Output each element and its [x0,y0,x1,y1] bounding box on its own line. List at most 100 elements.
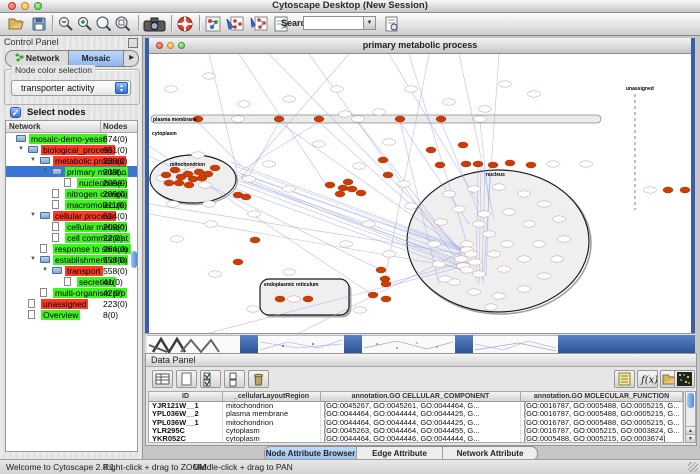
window-titlebar[interactable]: Cytoscape Desktop (New Session) [0,0,700,13]
tree-row[interactable]: ▼establishment of lo558(0) [6,254,137,265]
tree-row[interactable]: ▼primary metabo209(... [6,166,137,177]
file-icon [28,310,35,319]
table-cell[interactable]: [GO:0045267, GO:0045261, GO:0044464, G..… [321,402,521,410]
float-panel-icon[interactable] [128,38,138,48]
expand-triangle-icon[interactable]: ▼ [42,267,48,274]
tree-row[interactable]: secretion41(0) [6,276,137,287]
table-cell[interactable]: [GO:0016787, GO:0005488, GO:0005215, G..… [521,419,683,427]
tree-row[interactable]: mosaic-demo-yeast874(0) [6,133,137,144]
table-cell[interactable]: YLR295C [149,427,223,435]
tree-row[interactable]: ▼transport558(0) [6,265,137,276]
tree-row[interactable]: nitrogen compo209(0) [6,188,137,199]
network-canvas[interactable]: plasma membranecytoplasmmitochondrionnuc… [149,54,691,333]
table-cell[interactable]: [GO:0044464, GO:0044444, GO:0044425, G..… [321,419,521,427]
open-file-button[interactable] [7,15,25,33]
network-view-titlebar[interactable]: primary metabolic process [149,38,691,54]
tree-row[interactable]: ▼biological_process651(0) [6,144,137,155]
tree-row[interactable]: macromolecule311(0) [6,199,137,210]
help-button[interactable] [176,15,194,33]
tree-row[interactable]: ▼cellular process614(0) [6,210,137,221]
tree-row-label[interactable]: transport [65,266,103,276]
table-cell[interactable]: [GO:0044464, GO:0044444, GO:0044425, G..… [321,410,521,418]
expand-triangle-icon[interactable]: ▼ [30,256,36,263]
attribute-table[interactable]: ID_cellularLayoutRegionannotation.GO CEL… [148,391,684,443]
tree-row[interactable]: ▼metabolic process280(0) [6,155,137,166]
table-column-header[interactable]: _cellularLayoutRegion [223,392,321,402]
tree-header[interactable]: Network Nodes [6,121,137,133]
gene-label-node [473,271,486,277]
table-cell[interactable]: cytoplasm [223,435,321,443]
search-input[interactable] [303,16,365,30]
unselect-attributes-button[interactable] [224,370,245,388]
zoom-in-button[interactable] [76,15,94,33]
background-view-sliver[interactable] [258,335,344,353]
background-view-sliver[interactable] [473,335,558,353]
tree-row[interactable]: cell communicat22(0) [6,232,137,243]
delete-attribute-button[interactable] [248,370,269,388]
table-cell[interactable]: [GO:0016787, GO:0005488, GO:0005215, G..… [521,402,683,410]
tree-row[interactable]: multi-organism pro42(0) [6,287,137,298]
expand-triangle-icon[interactable]: ▼ [18,146,24,153]
select-attributes-button[interactable] [200,370,221,388]
table-cell[interactable]: plasma membrane [223,410,321,418]
table-cell[interactable]: mitochondrion [223,419,321,427]
scroll-down-icon[interactable]: ▼ [686,434,695,442]
background-view-sliver[interactable] [362,335,455,353]
table-cell[interactable]: YJR121W__1 [149,402,223,410]
tree-row[interactable]: Overview8(0) [6,309,137,320]
tree-row[interactable]: response to stimulu264(0) [6,243,137,254]
tree-row-label[interactable]: Overview [41,310,80,320]
expand-triangle-icon[interactable]: ▼ [30,157,36,164]
attribute-matrix-button[interactable] [674,370,695,388]
tree-row[interactable]: nucleobase-209(0) [6,177,137,188]
expand-triangle-icon[interactable]: ▼ [42,168,48,175]
table-cell[interactable]: [GO:0045263, GO:0044464, GO:0044455, G..… [321,427,521,435]
table-cell[interactable]: [GO:0005488, GO:0005215, GO:0003674] [521,435,683,443]
tab-network[interactable]: Network [6,51,68,66]
table-column-header[interactable]: annotation.GO CELLULAR_COMPONENT [321,392,521,402]
scroll-up-icon[interactable]: ▲ [686,426,695,434]
data-panel-titlebar[interactable]: Data Panel [146,354,696,367]
search-options-button[interactable] [383,15,401,33]
scrollbar-thumb[interactable] [687,393,694,408]
attribute-table-button[interactable] [152,370,173,388]
table-cell[interactable]: [GO:0044464, GO:0044446, GO:0044444, G..… [321,435,521,443]
table-column-header[interactable]: ID [149,392,223,402]
layout-b-button[interactable] [250,15,268,33]
zoom-out-button[interactable] [57,15,75,33]
tree-row[interactable]: cellular metabo209(0) [6,221,137,232]
background-view-sliver[interactable] [147,335,240,353]
window-edge [344,335,362,353]
new-attribute-button[interactable] [176,370,197,388]
gene-label-node [405,203,418,209]
notepad-button[interactable] [614,370,635,388]
tree-row-label[interactable]: unassigned [41,299,88,309]
snapshot-button[interactable] [143,15,167,33]
layout-a-button[interactable] [226,15,244,33]
select-nodes-checkbox[interactable]: ✓ [10,107,21,118]
zoom-fit-button[interactable] [114,15,132,33]
tree-row-label[interactable]: mosaic-demo-yeast [29,134,107,144]
table-cell[interactable]: YKR052C [149,435,223,443]
table-scrollbar[interactable]: ▲ ▼ [685,391,696,443]
table-cell[interactable]: YPL036W__2 [149,410,223,418]
tree-row[interactable]: unassigned223(0) [6,298,137,309]
formula-builder-button[interactable]: f(x) [637,370,658,388]
resize-grip[interactable] [688,462,698,472]
tab-overflow-arrow[interactable]: ▶ [125,51,138,66]
vizmapper-button[interactable] [204,15,222,33]
node-color-dropdown[interactable]: transporter activity ▲ ▼ [11,80,131,96]
table-cell[interactable]: mitochondrion [223,402,321,410]
table-cell[interactable]: YPL036W__1 [149,419,223,427]
tree-scrollbar-thumb[interactable] [131,251,137,268]
search-dropdown-arrow[interactable]: ▼ [363,16,376,30]
table-cell[interactable]: cytoplasm [223,427,321,435]
zoom-selected-button[interactable] [95,15,113,33]
tab-mosaic[interactable]: Mosaic [68,51,124,66]
expand-triangle-icon[interactable]: ▼ [30,212,36,219]
table-cell[interactable]: [GO:0016787, GO:0005488, GO:0005215, G..… [521,410,683,418]
table-cell[interactable]: [GO:0016787, GO:0005215, GO:0003824, G..… [521,427,683,435]
tab-mosaic-label: Mosaic [82,53,111,63]
table-column-header[interactable]: annotation.GO MOLECULAR_FUNCTION [521,392,683,402]
save-button[interactable] [30,15,48,33]
